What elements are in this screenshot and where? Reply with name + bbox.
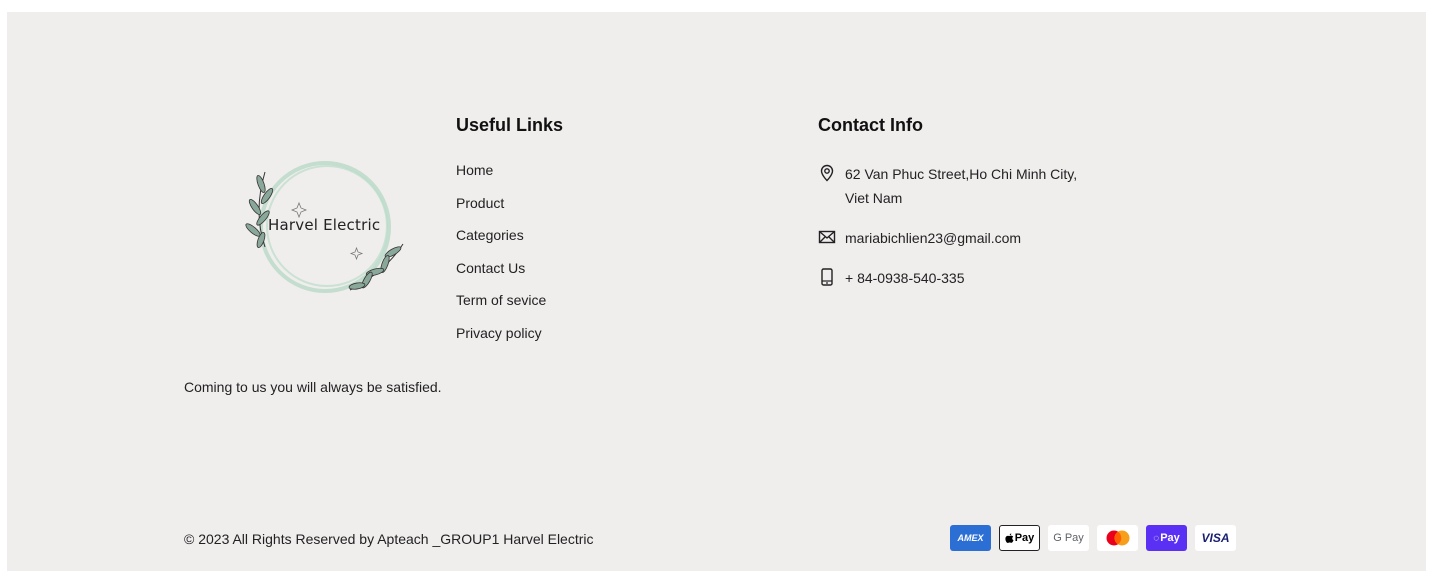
mastercard-icon (1097, 525, 1138, 551)
email-text: mariabichlien23@gmail.com (845, 230, 1022, 246)
envelope-icon (818, 230, 836, 244)
footer-link[interactable]: Categories (456, 227, 524, 243)
footer-link-terms: Term of sevice (456, 292, 546, 325)
visa-icon: VISA (1195, 525, 1236, 551)
footer-link[interactable]: Contact Us (456, 260, 525, 276)
shop-pay-icon: ◌ Pay (1146, 525, 1187, 551)
contact-email[interactable]: mariabichlien23@gmail.com (818, 226, 1118, 250)
useful-links-list: Home Product Categories Contact Us Term … (456, 162, 546, 357)
apple-pay-icon: Pay (999, 525, 1040, 551)
footer-link-privacy: Privacy policy (456, 325, 546, 358)
site-footer: Harvel Electric Coming to us you will al… (7, 12, 1426, 571)
footer-link-home: Home (456, 162, 546, 195)
mobile-phone-icon (821, 268, 833, 286)
contact-address: 62 Van Phuc Street,Ho Chi Minh City, Vie… (818, 162, 1095, 210)
footer-link-contact-us: Contact Us (456, 260, 546, 293)
footer-link[interactable]: Term of sevice (456, 292, 546, 308)
brand-logo[interactable]: Harvel Electric (235, 152, 415, 302)
google-pay-icon: G Pay (1048, 525, 1089, 551)
footer-link[interactable]: Product (456, 195, 504, 211)
payment-methods: AMEX Pay G Pay ◌ Pay VISA (950, 525, 1236, 551)
brand-name: Harvel Electric (268, 216, 381, 234)
amex-icon: AMEX (950, 525, 991, 551)
useful-links-title: Useful Links (456, 115, 564, 135)
copyright-text: © 2023 All Rights Reserved by Apteach _G… (184, 531, 594, 547)
apple-icon (1005, 533, 1014, 543)
footer-link[interactable]: Home (456, 162, 493, 178)
location-pin-icon (820, 164, 834, 182)
phone-text: + 84-0938-540-335 (845, 270, 965, 286)
mastercard-circles (1106, 530, 1129, 546)
footer-link-categories: Categories (456, 227, 546, 260)
footer-link[interactable]: Privacy policy (456, 325, 542, 341)
contact-info-title: Contact Info (818, 115, 923, 135)
brand-tagline: Coming to us you will always be satisfie… (184, 379, 442, 395)
footer-link-product: Product (456, 195, 546, 228)
contact-info: 62 Van Phuc Street,Ho Chi Minh City, Vie… (818, 162, 1118, 306)
address-text: 62 Van Phuc Street,Ho Chi Minh City, Vie… (845, 166, 1078, 206)
contact-phone[interactable]: + 84-0938-540-335 (818, 266, 1118, 290)
